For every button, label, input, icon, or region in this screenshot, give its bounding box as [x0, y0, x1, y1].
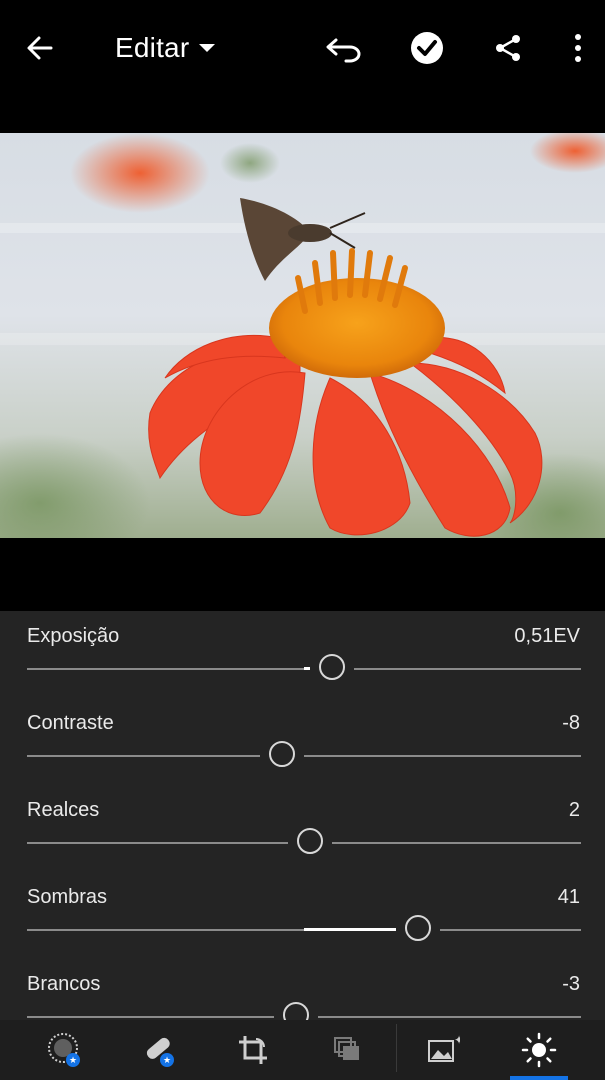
- undo-icon: [326, 38, 361, 63]
- apply-button[interactable]: [405, 26, 449, 70]
- crop-tool-button[interactable]: [218, 1020, 288, 1080]
- edit-mode-dropdown[interactable]: Editar: [115, 26, 216, 70]
- exposure-row: Exposição 0,51EV: [0, 611, 605, 698]
- bottom-toolbar: ★ ★ ✦: [0, 1020, 605, 1080]
- versions-icon: [334, 1037, 359, 1060]
- page-title: Editar: [115, 32, 190, 63]
- presets-icon: ✦: [428, 1033, 460, 1062]
- whites-row: Brancos -3: [0, 959, 605, 1020]
- checkmark-icon: [411, 32, 443, 64]
- highlights-slider-handle[interactable]: [296, 828, 323, 854]
- contrast-slider-track[interactable]: [27, 755, 581, 757]
- crop-icon: [239, 1036, 267, 1064]
- more-options-button[interactable]: [556, 26, 600, 70]
- shadows-row: Sombras 41: [0, 872, 605, 959]
- top-bar: Editar: [0, 0, 605, 96]
- shadows-label: Sombras: [27, 886, 108, 908]
- share-button[interactable]: [486, 26, 530, 70]
- butterfly: [240, 198, 366, 281]
- whites-label: Brancos: [27, 973, 101, 995]
- light-tool-button[interactable]: [504, 1020, 574, 1080]
- shadows-value: 41: [557, 886, 580, 908]
- healing-tool-button[interactable]: ★: [124, 1020, 194, 1080]
- undo-button[interactable]: [322, 26, 366, 70]
- back-arrow-icon: [27, 36, 53, 60]
- shadows-slider-handle[interactable]: [404, 915, 431, 941]
- selective-tool-button[interactable]: ★: [30, 1020, 100, 1080]
- versions-tool-button[interactable]: [312, 1020, 382, 1080]
- photo-preview[interactable]: [0, 133, 605, 538]
- light-icon: [521, 1032, 557, 1068]
- whites-slider-handle[interactable]: [282, 1002, 309, 1020]
- svg-text:✦: ✦: [454, 1033, 460, 1047]
- more-vertical-icon: [575, 34, 581, 62]
- selective-icon: ★: [48, 1033, 80, 1067]
- presets-tool-button[interactable]: ✦: [408, 1020, 478, 1080]
- contrast-label: Contraste: [27, 712, 114, 734]
- contrast-slider-handle[interactable]: [268, 741, 295, 767]
- exposure-slider-handle[interactable]: [318, 654, 345, 680]
- back-button[interactable]: [18, 26, 62, 70]
- highlights-value: 2: [568, 799, 580, 821]
- highlights-row: Realces 2: [0, 785, 605, 872]
- flower-photo: [0, 133, 605, 538]
- exposure-value: 0,51EV: [514, 625, 580, 647]
- light-adjustments-panel: Exposição 0,51EV Contraste -8 Realces 2 …: [0, 611, 605, 1020]
- healing-icon: ★: [146, 1037, 174, 1067]
- contrast-row: Contraste -8: [0, 698, 605, 785]
- share-icon: [496, 35, 520, 61]
- svg-text:★: ★: [69, 1056, 77, 1066]
- toolbar-divider: [396, 1024, 397, 1072]
- contrast-value: -8: [562, 712, 580, 734]
- whites-value: -3: [562, 973, 580, 995]
- exposure-label: Exposição: [27, 625, 120, 647]
- chevron-down-icon: [199, 44, 216, 52]
- svg-text:★: ★: [163, 1056, 171, 1066]
- highlights-label: Realces: [27, 799, 100, 821]
